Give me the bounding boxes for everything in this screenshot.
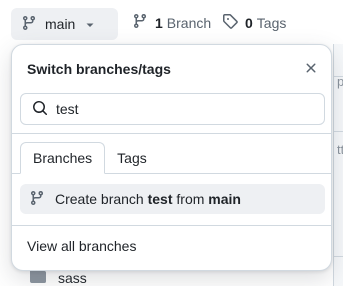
x-icon <box>303 60 319 79</box>
view-all-branches-link[interactable]: View all branches <box>27 238 136 254</box>
tab-branches[interactable]: Branches <box>20 142 106 174</box>
popover-header: Switch branches/tags <box>12 45 331 93</box>
create-branch-middle: from <box>172 191 209 207</box>
tab-tags[interactable]: Tags <box>105 142 159 174</box>
repo-toolbar: main 1 Branch 0 Tags <box>0 0 343 46</box>
tag-count-label: Tags <box>256 14 287 31</box>
popover-title: Switch branches/tags <box>27 61 171 77</box>
divider <box>334 256 343 257</box>
branch-select-button[interactable]: main <box>11 8 118 40</box>
triangle-down-icon <box>85 17 95 33</box>
branch-count: 1 <box>155 14 163 31</box>
create-branch-text: Create branch test from main <box>55 191 241 207</box>
create-branch-item[interactable]: Create branch test from main <box>20 184 325 214</box>
tags-link[interactable]: 0 Tags <box>222 13 286 32</box>
branch-switcher-popover: Switch branches/tags Branches Tags Creat… <box>11 44 332 271</box>
search-icon <box>32 100 48 119</box>
tag-icon <box>222 13 238 32</box>
branches-link[interactable]: 1 Branch <box>132 13 211 32</box>
create-branch-prefix: Create branch <box>55 191 148 207</box>
file-name: sass <box>58 269 87 286</box>
divider <box>12 225 331 226</box>
background-panel: po tth <box>333 44 343 286</box>
close-button[interactable] <box>301 59 321 79</box>
new-branch-name: test <box>147 191 173 207</box>
branch-tag-tabs: Branches Tags <box>20 142 159 174</box>
git-branch-icon <box>29 190 45 209</box>
divider <box>12 133 331 134</box>
branch-search-input[interactable] <box>56 101 296 117</box>
branch-search-field[interactable] <box>20 93 325 125</box>
branch-count-label: Branch <box>166 14 212 31</box>
tag-count: 0 <box>245 14 253 31</box>
git-branch-icon <box>132 13 148 32</box>
divider <box>334 76 343 77</box>
source-branch-name: main <box>208 191 241 207</box>
background-text-fragment: tth <box>337 142 343 157</box>
branch-select-label: main <box>45 16 76 32</box>
divider <box>334 131 343 132</box>
git-branch-icon <box>21 15 37 34</box>
